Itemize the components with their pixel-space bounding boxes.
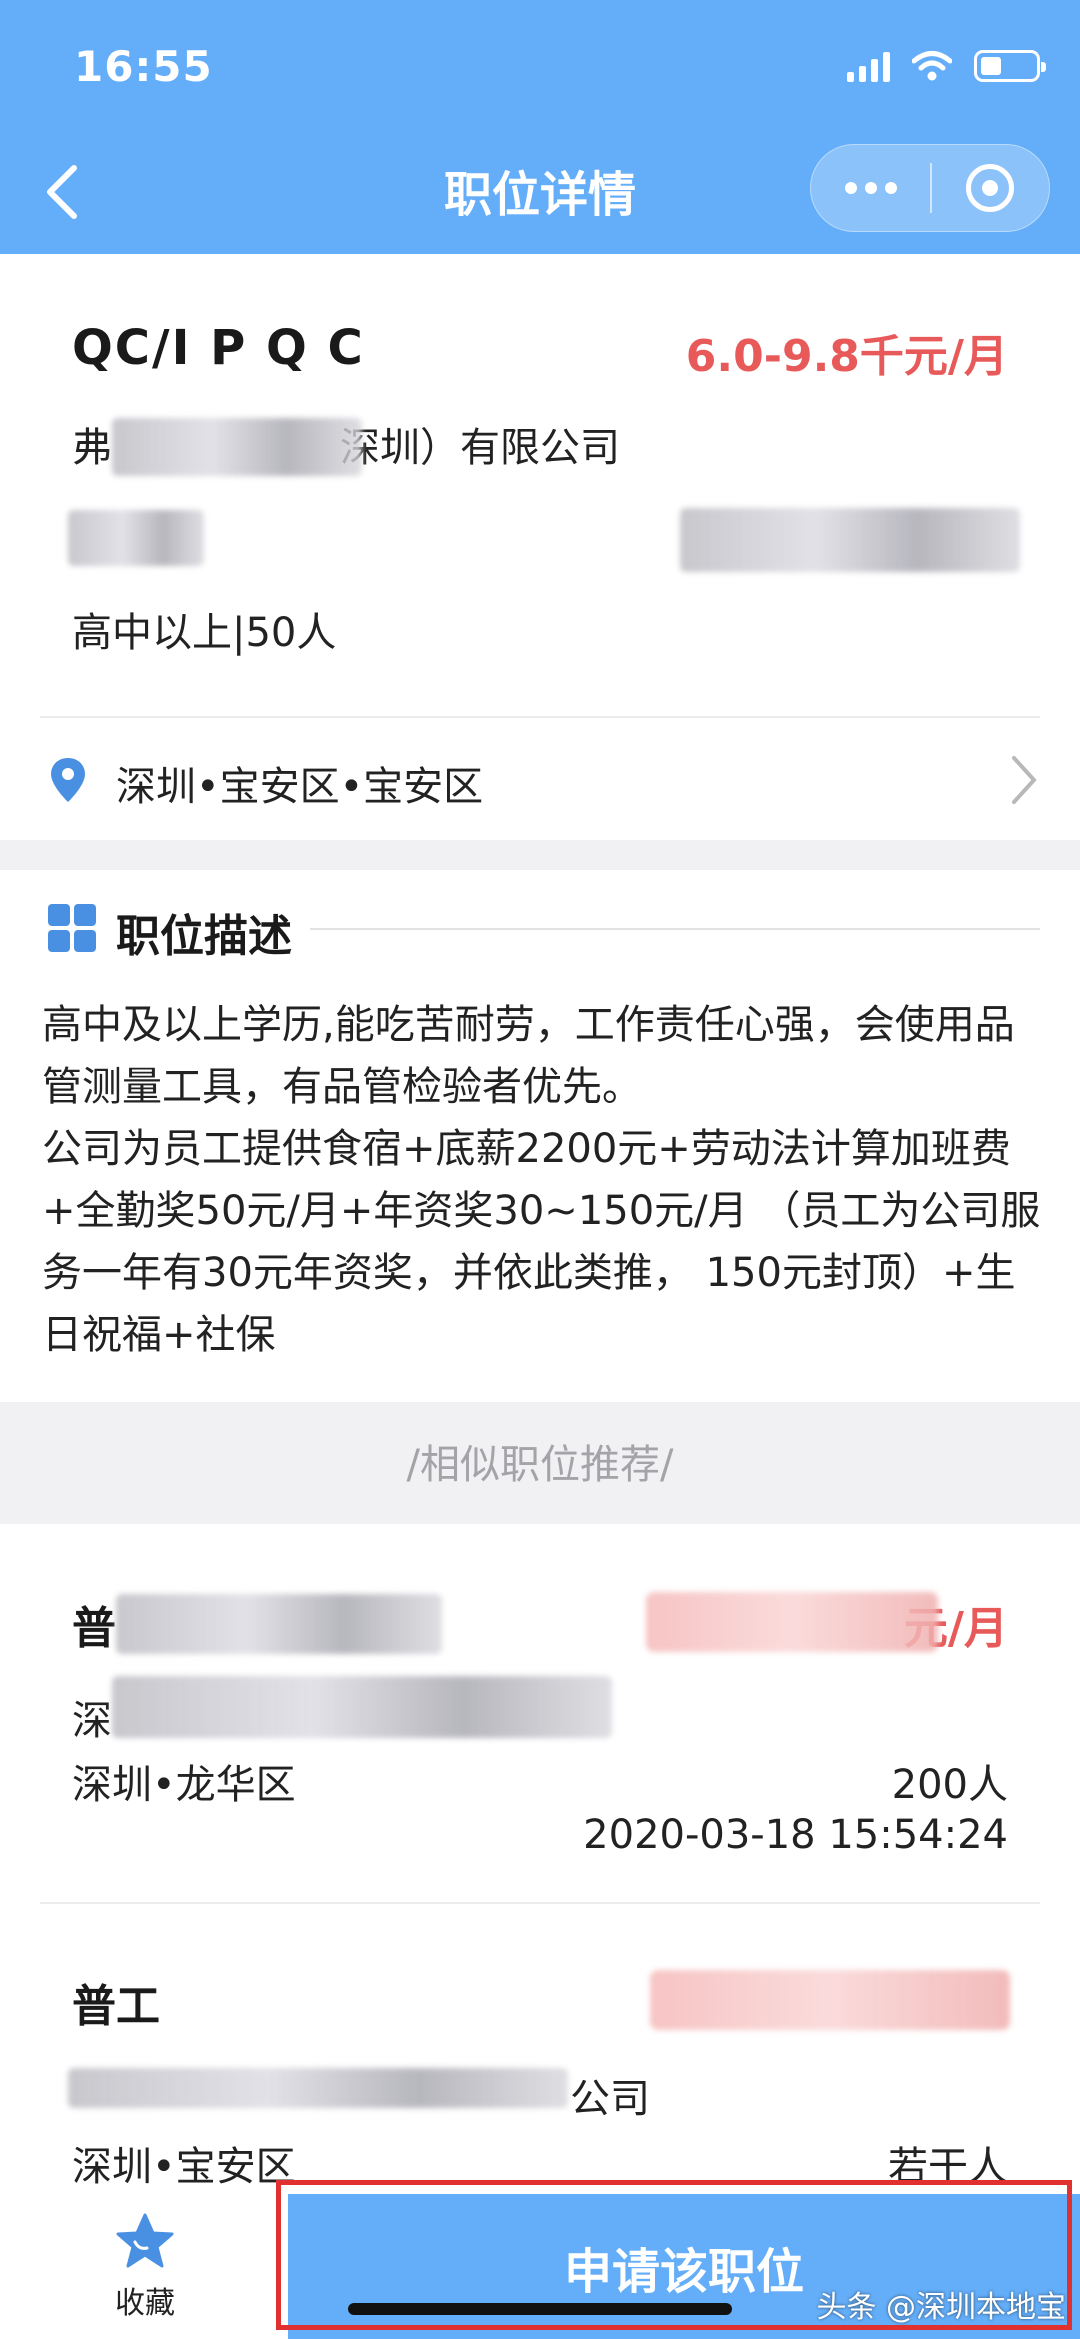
- blurred-company: [68, 2068, 568, 2108]
- similar-job-location: 深圳•宝安区: [72, 2144, 296, 2190]
- app-header: 16:55 职位详情: [0, 0, 1080, 254]
- blurred-info-left: [68, 510, 204, 566]
- job-requirements: 高中以上|50人: [72, 610, 337, 656]
- favorite-button[interactable]: 收藏: [80, 2212, 210, 2322]
- location-row[interactable]: 深圳•宝安区•宝安区: [0, 718, 1080, 838]
- watermark: 头条 @深圳本地宝: [816, 2290, 1066, 2325]
- status-time: 16:55: [74, 42, 213, 91]
- similar-job-title: 普: [72, 1603, 116, 1654]
- similar-job-timestamp: 2020-03-18 15:54:24: [583, 1812, 1008, 1858]
- similar-job-headcount: 若干人: [888, 2144, 1008, 2190]
- section-gap: [0, 840, 1080, 870]
- similar-jobs-heading: /相似职位推荐/: [406, 1442, 674, 1488]
- status-icons: [847, 46, 1046, 86]
- divider: [40, 1902, 1040, 1904]
- job-salary: 6.0-9.8千元/月: [685, 331, 1008, 382]
- battery-icon: [974, 50, 1046, 82]
- blurred-info-right: [680, 508, 1020, 572]
- blurred-salary: [646, 1592, 938, 1652]
- close-miniprogram-icon[interactable]: [932, 145, 1049, 231]
- chevron-right-icon: [1012, 756, 1037, 804]
- similar-job-company: 公司: [570, 2076, 650, 2122]
- blurred-company: [112, 1676, 612, 1738]
- grid-icon: [48, 904, 96, 952]
- location-text: 深圳•宝安区•宝安区: [116, 764, 484, 810]
- company-name-end: 深圳）有限公司: [340, 425, 620, 471]
- favorite-label: 收藏: [115, 2286, 175, 2321]
- miniprogram-capsule: [810, 144, 1050, 232]
- description-title: 职位描述: [116, 911, 292, 962]
- section-divider-line: [310, 928, 1040, 930]
- job-description: 高中及以上学历,能吃苦耐劳，工作责任心强，会使用品管测量工具，有品管检验者优先。…: [42, 994, 1042, 1366]
- home-indicator[interactable]: [348, 2303, 732, 2315]
- description-header: 职位描述: [0, 888, 1080, 968]
- similar-job-location: 深圳•龙华区: [72, 1762, 296, 1808]
- more-icon[interactable]: [811, 145, 930, 231]
- signal-icon: [847, 50, 890, 82]
- location-pin-icon: [51, 758, 85, 802]
- similar-job-headcount: 200人: [891, 1762, 1008, 1808]
- job-title: QC/I P Q C: [72, 320, 365, 376]
- similar-job-title: 普工: [72, 1981, 160, 2032]
- blurred-company-segment: [112, 418, 362, 476]
- company-name-start: 弗: [72, 425, 112, 471]
- star-icon: [116, 2213, 174, 2268]
- blurred-job-title: [116, 1594, 442, 1654]
- wifi-icon: [912, 51, 952, 81]
- similar-job-company: 深: [72, 1698, 112, 1744]
- description-paragraph: 高中及以上学历,能吃苦耐劳，工作责任心强，会使用品管测量工具，有品管检验者优先。: [42, 1002, 1015, 1110]
- description-paragraph: 公司为员工提供食宿+底薪2200元+劳动法计算加班费+全勤奖50元/月+年资奖3…: [42, 1126, 1041, 1358]
- blurred-salary: [650, 1970, 1010, 2030]
